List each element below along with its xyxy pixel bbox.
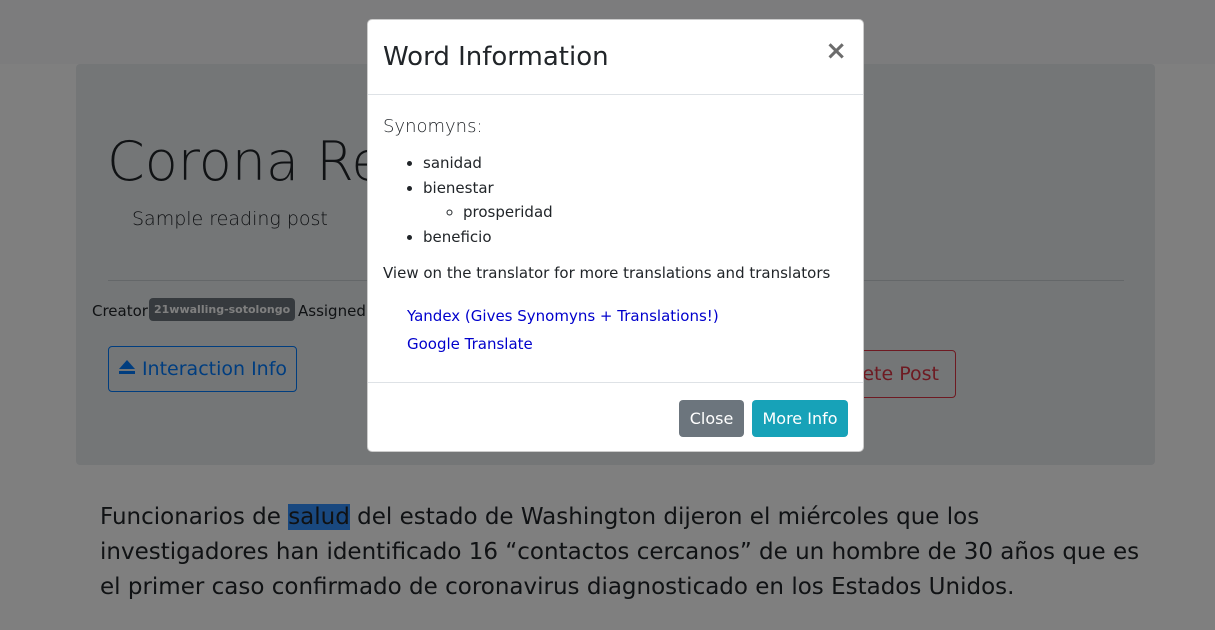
- translator-links: Yandex (Gives Synomyns + Translations!) …: [383, 302, 848, 358]
- close-button[interactable]: Close: [679, 400, 744, 437]
- synonyms-heading: Synomyns:: [383, 116, 483, 137]
- google-translate-link[interactable]: Google Translate: [407, 330, 848, 358]
- list-item: sanidad: [423, 151, 848, 176]
- translator-note: View on the translator for more translat…: [383, 264, 831, 282]
- more-info-button[interactable]: More Info: [752, 400, 848, 437]
- synonyms-list: sanidad bienestar prosperidad beneficio: [383, 151, 848, 249]
- yandex-link[interactable]: Yandex (Gives Synomyns + Translations!): [407, 302, 848, 330]
- modal-body: Synomyns: sanidad bienestar prosperidad …: [383, 116, 848, 358]
- list-item: beneficio: [423, 225, 848, 250]
- modal-header: Word Information ×: [368, 20, 863, 95]
- word-information-modal: Word Information × Synomyns: sanidad bie…: [367, 19, 864, 452]
- list-item: prosperidad: [463, 200, 848, 225]
- list-item: bienestar prosperidad: [423, 176, 848, 225]
- modal-title: Word Information: [383, 42, 609, 72]
- close-icon[interactable]: ×: [825, 38, 847, 64]
- modal-footer: Close More Info: [368, 382, 863, 453]
